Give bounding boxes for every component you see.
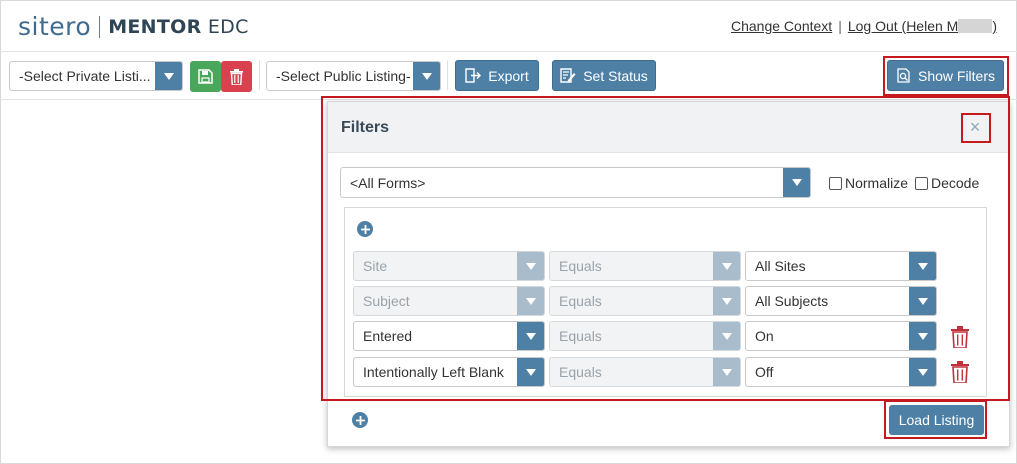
- highlight-box: [884, 400, 987, 439]
- add-group-icon[interactable]: [352, 412, 368, 428]
- logo-separator: [99, 15, 101, 38]
- header-separator: |: [838, 18, 842, 34]
- highlight-box: [961, 113, 991, 143]
- logo-brand: sitero: [18, 12, 92, 41]
- header-divider: [0, 51, 1017, 52]
- change-context-link[interactable]: Change Context: [731, 18, 832, 34]
- delete-listing-button[interactable]: [221, 61, 252, 92]
- trash-icon: [230, 68, 243, 85]
- set-status-label: Set Status: [583, 67, 648, 84]
- header-links: Change Context | Log Out (Helen M): [731, 18, 997, 34]
- redacted-name: [958, 19, 993, 33]
- highlight-box: [883, 56, 1009, 96]
- logo-product: MENTOR EDC: [108, 15, 249, 38]
- export-icon: [465, 68, 482, 83]
- export-button[interactable]: Export: [455, 60, 539, 91]
- toolbar-divider: [447, 60, 448, 90]
- export-label: Export: [488, 67, 529, 84]
- logo: sitero MENTOR EDC: [18, 12, 249, 41]
- edit-document-icon: [560, 68, 576, 83]
- toolbar-divider: [259, 60, 260, 90]
- private-listing-select[interactable]: -Select Private Listi...: [9, 61, 183, 91]
- chevron-down-icon: [413, 62, 440, 90]
- save-listing-button[interactable]: [190, 61, 221, 92]
- logout-link[interactable]: Log Out (Helen M): [848, 18, 997, 34]
- highlight-box: [321, 96, 1010, 401]
- set-status-button[interactable]: Set Status: [552, 60, 656, 91]
- chevron-down-icon: [155, 62, 182, 90]
- public-listing-select[interactable]: -Select Public Listing-: [266, 61, 441, 91]
- save-icon: [198, 69, 213, 84]
